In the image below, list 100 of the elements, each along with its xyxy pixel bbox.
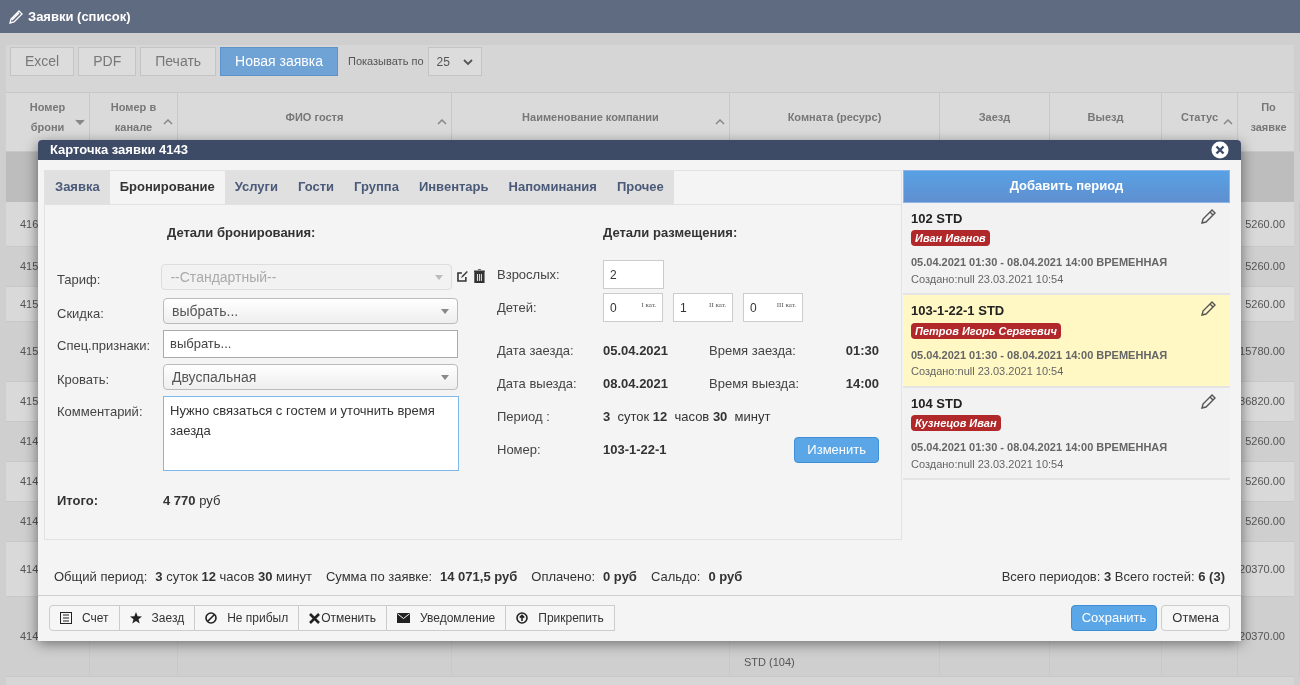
- table-cell-text: 5260.00: [1245, 514, 1285, 530]
- section-heading: Детали размещения:: [602, 223, 739, 242]
- summary-value: 3 суток 12 часов 30 минут: [155, 567, 312, 586]
- select-field[interactable]: выбрать...: [163, 298, 458, 324]
- room-name: 103-1-22-1 STD: [911, 302, 1005, 320]
- total-value: 4 770 руб: [163, 492, 221, 510]
- select-field[interactable]: Двуспальная: [163, 364, 458, 390]
- time-value: 01:30: [845, 341, 879, 360]
- field-label: Детей:: [497, 298, 538, 317]
- field-label: Номер:: [497, 440, 542, 459]
- period-dates: 05.04.2021 01:30 - 08.04.2021 14:00 ВРЕМЕННАЯ: [911, 440, 1168, 455]
- caret-icon: [441, 374, 449, 380]
- room-value: 103-1-22-1: [603, 440, 668, 459]
- close-icon[interactable]: [1211, 140, 1229, 159]
- star-icon: [129, 612, 142, 624]
- summary-value: 14 071,5 руб: [440, 567, 518, 586]
- x-icon: [309, 612, 321, 624]
- totals-text: Всего периодов: 3 Всего гостей: 6 (3): [1001, 567, 1225, 586]
- page-title: Заявки (список): [28, 7, 131, 26]
- pencil-icon[interactable]: [1200, 301, 1216, 317]
- add-period-button[interactable]: Добавить период: [903, 169, 1230, 203]
- caret-icon: [435, 274, 444, 280]
- trash-icon[interactable]: [474, 269, 485, 283]
- guest-tag: Кузнецов Иван: [911, 415, 1001, 431]
- list-icon: [60, 612, 72, 624]
- table-cell-text: 416: [20, 216, 39, 232]
- select-field: --Стандартный--: [161, 264, 453, 290]
- toolbar-button[interactable]: PDF: [78, 47, 137, 76]
- summary-label: Сальдо:: [650, 567, 701, 586]
- action-button[interactable]: Не прибыл: [194, 605, 300, 631]
- table-cell-text: 414: [20, 474, 39, 490]
- adults-field[interactable]: 2: [603, 260, 664, 289]
- table-cell-text: 414: [20, 434, 39, 450]
- date-value: 05.04.2021: [603, 341, 670, 360]
- tab[interactable]: Заявка: [45, 170, 110, 204]
- table-cell-text: 20370.00: [1239, 629, 1285, 645]
- field-label: Скидка:: [57, 305, 105, 323]
- total-label: Итого:: [57, 492, 99, 510]
- caret-icon: [441, 308, 449, 314]
- toolbar-button[interactable]: Печать: [140, 47, 217, 76]
- guest-tag: Петров Игорь Сергеевич: [911, 322, 1061, 339]
- input-field[interactable]: выбрать...: [163, 330, 458, 358]
- table-cell-text: 415: [20, 344, 39, 360]
- table-cell-text: 5260.00: [1245, 216, 1285, 232]
- table-cell-text: 15780.00: [1239, 344, 1285, 360]
- table-cell-text: 414: [20, 629, 39, 645]
- field-label: Тариф:: [57, 271, 102, 289]
- summary-label: Общий период:: [54, 567, 148, 586]
- table-cell-text: 5260.00: [1245, 259, 1285, 275]
- table-cell-text: 415: [20, 296, 39, 312]
- section-heading: Детали бронирования:: [166, 223, 317, 242]
- created-text: Создано:null 23.03.2021 10:54: [911, 364, 1064, 379]
- ban-icon: [205, 612, 218, 624]
- table-cell-text: 415: [20, 394, 39, 410]
- action-button[interactable]: Отменить: [298, 605, 388, 631]
- tab[interactable]: Инвентарь: [408, 170, 499, 204]
- field-label: Комментарий:: [57, 403, 144, 421]
- pencil-icon[interactable]: [1200, 208, 1216, 225]
- guest-tag: Иван Иванов: [911, 230, 990, 246]
- envelope-icon: [397, 613, 411, 623]
- table-cell-text: STD (104): [744, 654, 795, 670]
- period-dates: 05.04.2021 01:30 - 08.04.2021 14:00 ВРЕМЕННАЯ: [911, 255, 1168, 270]
- table-cell-text: 415: [20, 259, 39, 275]
- cancel-button[interactable]: Отмена: [1161, 605, 1230, 631]
- table-cell-text: 414: [20, 514, 39, 530]
- action-button[interactable]: Прикрепить: [505, 605, 615, 631]
- summary-label: Сумма по заявке:: [325, 567, 433, 586]
- period-dates: 05.04.2021 01:30 - 08.04.2021 14:00 ВРЕМЕННАЯ: [911, 347, 1168, 363]
- toolbar-button[interactable]: Новая заявка: [220, 47, 338, 76]
- action-button[interactable]: Заезд: [118, 605, 196, 631]
- summary-value: 0 руб: [603, 567, 637, 586]
- table-cell-text: 20370.00: [1239, 561, 1285, 577]
- field-label: Дата заезда:: [497, 341, 575, 360]
- action-button[interactable]: Счет: [49, 605, 120, 631]
- tab[interactable]: Напоминания: [498, 170, 607, 204]
- tab[interactable]: Услуги: [224, 170, 288, 204]
- date-value: 08.04.2021: [603, 374, 670, 393]
- field-label: Время заезда:: [709, 341, 797, 360]
- comment-field[interactable]: Нужно связаться с гостем и уточнить время заезда: [163, 396, 459, 471]
- page-size-select[interactable]: 25: [427, 47, 482, 76]
- created-text: Создано:null 23.03.2021 10:54: [911, 456, 1064, 472]
- pencil-icon[interactable]: [1200, 393, 1216, 410]
- summary-value: 0 руб: [708, 567, 743, 586]
- table-cell-text: 5260.00: [1245, 474, 1285, 490]
- chevron-down-icon: [462, 57, 473, 66]
- room-name: 102 STD: [911, 209, 963, 228]
- tab[interactable]: Группа: [344, 170, 409, 204]
- summary-label: Оплачено:: [531, 567, 595, 586]
- tab[interactable]: Гости: [288, 170, 345, 204]
- action-button[interactable]: Уведомление: [386, 605, 507, 631]
- table-cell-text: 5260.00: [1245, 434, 1285, 450]
- created-text: Создано:null 23.03.2021 10:54: [911, 271, 1064, 287]
- period-value: 3 суток 12 часов 30 минут: [603, 407, 771, 426]
- toolbar-button[interactable]: Excel: [10, 47, 75, 76]
- room-name: 104 STD: [911, 394, 963, 413]
- upload-icon: [516, 612, 529, 624]
- table-cell-text: 414: [20, 561, 39, 577]
- period-card[interactable]: 103-1-22-1 STD Петров Игорь Сергеевич 05.04.2021 01:30 - 08.04.2021 14:00 ВРЕМЕННАЯ Создано:null 23.03.2021 10:54: [903, 295, 1230, 388]
- tab[interactable]: Прочее: [606, 170, 674, 204]
- field-label: Время выезда:: [709, 374, 801, 393]
